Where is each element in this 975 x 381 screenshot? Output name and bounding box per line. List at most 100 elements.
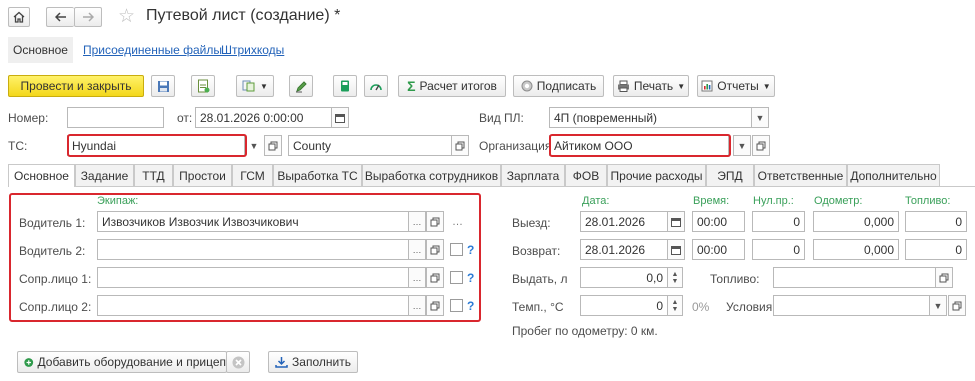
tab-vehicle-output[interactable]: Выработка ТС <box>273 164 362 186</box>
return-zero-field[interactable]: 0 <box>752 239 805 260</box>
escort2-checkbox[interactable] <box>450 299 463 312</box>
escort1-field[interactable] <box>97 267 409 288</box>
tab-other-expenses[interactable]: Прочие расходы <box>607 164 706 186</box>
departure-odometer-field[interactable]: 0,000 <box>813 211 899 232</box>
home-icon <box>13 11 25 23</box>
issue-field[interactable]: 0,0 <box>580 267 668 288</box>
temperature-label: Темп., °C <box>512 300 564 314</box>
escort1-label: Сопр.лицо 1: <box>19 272 92 286</box>
departure-calendar-button[interactable] <box>667 211 685 232</box>
escort2-select-button[interactable]: … <box>408 295 426 316</box>
number-field[interactable] <box>67 107 164 128</box>
temperature-spin-button[interactable]: ▲ ▼ <box>667 295 683 316</box>
tab-task[interactable]: Задание <box>75 164 134 186</box>
departure-time-field[interactable]: 00:00 <box>692 211 745 232</box>
nav-tab-files[interactable]: Присоединенные файлы <box>83 43 222 57</box>
driver2-help-icon[interactable]: ? <box>467 243 474 257</box>
escort2-field[interactable] <box>97 295 409 316</box>
tab-fuel[interactable]: ГСМ <box>232 164 273 186</box>
tab-responsible[interactable]: Ответственные <box>754 164 847 186</box>
tab-downtime[interactable]: Простои <box>173 164 232 186</box>
org-open-button[interactable] <box>752 135 770 156</box>
return-date-field[interactable]: 28.01.2026 <box>580 239 668 260</box>
open-icon <box>430 245 440 254</box>
spin-up-icon: ▲ <box>671 298 679 306</box>
driver1-field[interactable]: Извозчиков Извозчик Извозчикович <box>97 211 409 232</box>
issue-spin-button[interactable]: ▲ ▼ <box>667 267 683 288</box>
conditions-dropdown-button[interactable]: ▼ <box>929 295 947 316</box>
type-dropdown-button[interactable]: ▼ <box>751 107 769 128</box>
open-icon <box>756 141 766 150</box>
org-dropdown-button[interactable]: ▼ <box>733 135 751 156</box>
tab-ttd[interactable]: ТТД <box>134 164 173 186</box>
create-based-on-button[interactable]: ▼ <box>236 75 274 97</box>
conditions-field[interactable] <box>773 295 930 316</box>
vehicle-dropdown-button[interactable]: ▼ <box>245 135 263 156</box>
escort1-checkbox[interactable] <box>450 271 463 284</box>
departure-fuel-field[interactable]: 0 <box>905 211 967 232</box>
open-icon <box>455 141 465 150</box>
crew-header: Экипаж: <box>97 195 139 207</box>
driver2-field[interactable] <box>97 239 409 260</box>
zero-mileage-column-header: Нул.пр.: <box>753 195 794 207</box>
sigma-icon: Σ <box>407 78 416 94</box>
model-field[interactable]: County <box>288 135 452 156</box>
arrow-left-icon <box>54 12 66 22</box>
departure-zero-field[interactable]: 0 <box>752 211 805 232</box>
forward-button[interactable] <box>74 7 102 27</box>
date-field[interactable]: 28.01.2026 0:00:00 <box>195 107 332 128</box>
print-button[interactable]: Печать ▼ <box>613 75 689 97</box>
sign-label: Подписать <box>536 79 597 93</box>
tab-additional[interactable]: Дополнительно <box>847 164 940 186</box>
escort1-open-button[interactable] <box>426 267 444 288</box>
sign-icon <box>521 80 533 92</box>
calc-totals-button[interactable]: Σ Расчет итогов <box>398 75 506 97</box>
return-odometer-field[interactable]: 0,000 <box>813 239 899 260</box>
escort1-help-icon[interactable]: ? <box>467 271 474 285</box>
return-calendar-button[interactable] <box>667 239 685 260</box>
departure-date-field[interactable]: 28.01.2026 <box>580 211 668 232</box>
tab-fov[interactable]: ФОВ <box>565 164 607 186</box>
driver2-checkbox[interactable] <box>450 243 463 256</box>
type-select[interactable]: 4П (повременный) <box>549 107 752 128</box>
driver1-select-button[interactable]: … <box>408 211 426 232</box>
sign-button[interactable]: Подписать <box>513 75 604 97</box>
nav-tab-main[interactable]: Основное <box>8 37 73 63</box>
post-and-close-button[interactable]: Провести и закрыть <box>8 75 144 97</box>
home-button[interactable] <box>8 7 30 27</box>
tab-main[interactable]: Основное <box>8 164 75 187</box>
return-time-field[interactable]: 00:00 <box>692 239 745 260</box>
tab-employee-output[interactable]: Выработка сотрудников <box>362 164 501 186</box>
fuel-type-label: Топливо: <box>710 272 760 286</box>
add-equipment-button[interactable]: Добавить оборудование и прицеп <box>17 351 227 373</box>
favorite-star-icon[interactable]: ☆ <box>118 5 135 28</box>
edit-button[interactable] <box>289 75 313 97</box>
tab-epd[interactable]: ЭПД <box>706 164 754 186</box>
post-document-button[interactable] <box>191 75 215 97</box>
driver1-more-icon[interactable]: … <box>452 216 463 228</box>
driver1-open-button[interactable] <box>426 211 444 232</box>
driver2-open-button[interactable] <box>426 239 444 260</box>
driver2-select-button[interactable]: … <box>408 239 426 260</box>
remove-equipment-button[interactable] <box>226 351 250 373</box>
fill-button[interactable]: Заполнить <box>268 351 358 373</box>
calendar-button[interactable] <box>331 107 349 128</box>
save-button[interactable] <box>151 75 175 97</box>
back-button[interactable] <box>46 7 74 27</box>
temperature-field[interactable]: 0 <box>580 295 668 316</box>
nav-tab-barcodes[interactable]: Штрихкоды <box>221 43 284 57</box>
return-fuel-field[interactable]: 0 <box>905 239 967 260</box>
escort2-help-icon[interactable]: ? <box>467 299 474 313</box>
speedometer-button[interactable] <box>364 75 388 97</box>
conditions-open-button[interactable] <box>948 295 966 316</box>
tab-salary[interactable]: Зарплата <box>501 164 565 186</box>
vehicle-open-button[interactable] <box>264 135 282 156</box>
fuel-type-field[interactable] <box>773 267 936 288</box>
post-and-close-label: Провести и закрыть <box>20 79 132 93</box>
fuel-button[interactable] <box>333 75 357 97</box>
model-open-button[interactable] <box>451 135 469 156</box>
escort1-select-button[interactable]: … <box>408 267 426 288</box>
fuel-type-open-button[interactable] <box>935 267 953 288</box>
reports-button[interactable]: Отчеты ▼ <box>697 75 775 97</box>
escort2-open-button[interactable] <box>426 295 444 316</box>
